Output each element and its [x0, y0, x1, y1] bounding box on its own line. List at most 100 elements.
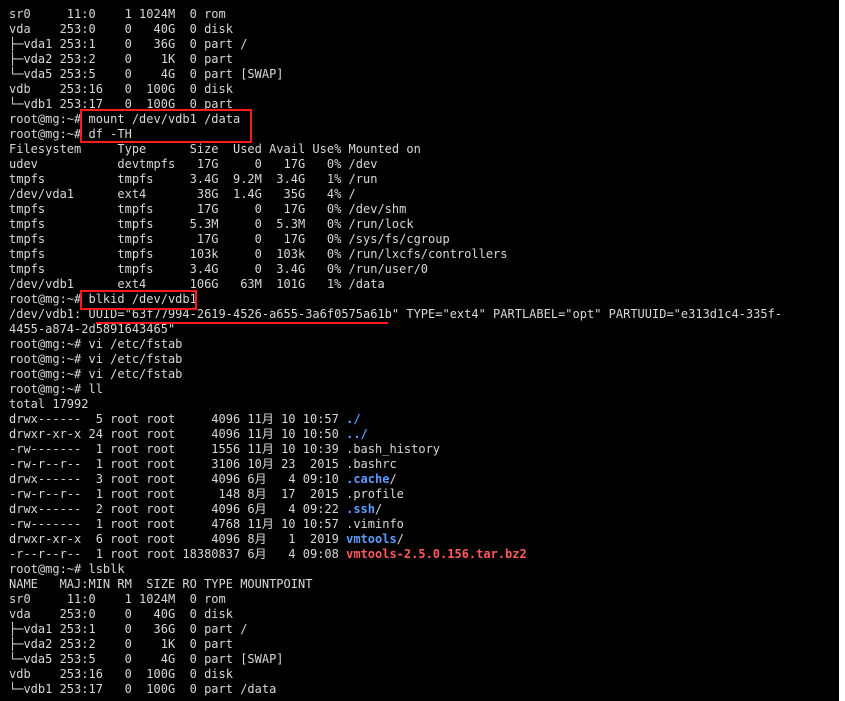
terminal-line: root@mg:~# df -TH [9, 127, 782, 142]
terminal-line: total 17992 [9, 397, 782, 412]
terminal-line: /dev/vdb1: UUID="63f77994-2619-4526-a655… [9, 307, 782, 322]
line-text: └─vdb1 253:17 0 100G 0 part /data [9, 682, 277, 696]
line-text: /dev/vda1 ext4 38G 1.4G 35G 4% / [9, 187, 356, 201]
line-text: vda 253:0 0 40G 0 disk [9, 607, 233, 621]
terminal-line: drwxr-xr-x 24 root root 4096 11月 10 10:5… [9, 427, 782, 442]
terminal-window[interactable]: sr0 11:0 1 1024M 0 rom vda 253:0 0 40G 0 … [0, 0, 845, 701]
terminal-line: vdb 253:16 0 100G 0 disk [9, 667, 782, 682]
line-text: vdb 253:16 0 100G 0 disk [9, 82, 233, 96]
line-text: tmpfs tmpfs 103k 0 103k 0% /run/lxcfs/co… [9, 247, 508, 261]
line-text: drwxr-xr-x 6 root root 4096 8月 1 2019 [9, 532, 347, 546]
line-text: vdb 253:16 0 100G 0 disk [9, 667, 233, 681]
line-text: drwx------ 3 root root 4096 6月 4 09:10 [9, 472, 347, 486]
line-text: tmpfs tmpfs 5.3M 0 5.3M 0% /run/lock [9, 217, 414, 231]
line-text: root@mg:~# vi /etc/fstab [9, 337, 183, 351]
terminal-line: tmpfs tmpfs 3.4G 9.2M 3.4G 1% /run [9, 172, 782, 187]
line-text: ├─vda2 253:2 0 1K 0 part [9, 52, 233, 66]
line-text: Filesystem Type Size Used Avail Use% Mou… [9, 142, 421, 156]
line-text: -rw------- 1 root root 4768 11月 10 10:57… [9, 517, 404, 531]
terminal-line: tmpfs tmpfs 5.3M 0 5.3M 0% /run/lock [9, 217, 782, 232]
line-text: └─vda5 253:5 0 4G 0 part [SWAP] [9, 652, 284, 666]
line-text: / [389, 472, 397, 486]
line-text: ├─vda1 253:1 0 36G 0 part / [9, 37, 248, 51]
terminal-line: -rw------- 1 root root 4768 11月 10 10:57… [9, 517, 782, 532]
line-text: total 17992 [9, 397, 89, 411]
directory-name: vmtools [346, 532, 397, 546]
terminal-line: └─vdb1 253:17 0 100G 0 part [9, 97, 782, 112]
terminal-line: root@mg:~# lsblk [9, 562, 782, 577]
line-text: root@mg:~# vi /etc/fstab [9, 367, 183, 381]
terminal-line: root@mg:~# vi /etc/fstab [9, 352, 782, 367]
line-text: ├─vda1 253:1 0 36G 0 part / [9, 622, 248, 636]
directory-name: ./ [346, 412, 361, 426]
line-text: sr0 11:0 1 1024M 0 rom [9, 7, 226, 21]
line-text: drwxr-xr-x 24 root root 4096 11月 10 10:5… [9, 427, 347, 441]
terminal-line: tmpfs tmpfs 17G 0 17G 0% /dev/shm [9, 202, 782, 217]
terminal-line: └─vdb1 253:17 0 100G 0 part /data [9, 682, 782, 697]
terminal-line: tmpfs tmpfs 3.4G 0 3.4G 0% /run/user/0 [9, 262, 782, 277]
terminal-line: -rw------- 1 root root 1556 11月 10 10:39… [9, 442, 782, 457]
highlight-underline-uuid [96, 322, 388, 324]
line-text: ├─vda2 253:2 0 1K 0 part [9, 637, 233, 651]
line-text: vda 253:0 0 40G 0 disk [9, 22, 233, 36]
terminal-line: drwx------ 2 root root 4096 6月 4 09:22 .… [9, 502, 782, 517]
terminal-line: vda 253:0 0 40G 0 disk [9, 607, 782, 622]
line-text: root@mg:~# mount /dev/vdb1 /data [9, 112, 241, 126]
terminal-line: NAME MAJ:MIN RM SIZE RO TYPE MOUNTPOINT [9, 577, 782, 592]
terminal-line: drwx------ 5 root root 4096 11月 10 10:57… [9, 412, 782, 427]
terminal-line: Filesystem Type Size Used Avail Use% Mou… [9, 142, 782, 157]
line-text: root@mg:~# df -TH [9, 127, 132, 141]
terminal-output: sr0 11:0 1 1024M 0 rom vda 253:0 0 40G 0 … [9, 7, 782, 697]
terminal-line: udev devtmpfs 17G 0 17G 0% /dev [9, 157, 782, 172]
terminal-line: ├─vda2 253:2 0 1K 0 part [9, 637, 782, 652]
terminal-line: tmpfs tmpfs 17G 0 17G 0% /sys/fs/cgroup [9, 232, 782, 247]
terminal-line: root@mg:~# ll [9, 382, 782, 397]
line-text: /dev/vdb1: UUID="63f77994-2619-4526-a655… [9, 307, 783, 321]
terminal-line: -rw-r--r-- 1 root root 3106 10月 23 2015 … [9, 457, 782, 472]
terminal-line: root@mg:~# vi /etc/fstab [9, 367, 782, 382]
terminal-line: └─vda5 253:5 0 4G 0 part [SWAP] [9, 67, 782, 82]
terminal-line: └─vda5 253:5 0 4G 0 part [SWAP] [9, 652, 782, 667]
terminal-line: tmpfs tmpfs 103k 0 103k 0% /run/lxcfs/co… [9, 247, 782, 262]
line-text: -rw------- 1 root root 1556 11月 10 10:39… [9, 442, 441, 456]
archive-file-name: vmtools-2.5.0.156.tar.bz2 [346, 547, 527, 561]
terminal-line: sr0 11:0 1 1024M 0 rom [9, 592, 782, 607]
terminal-line: drwxr-xr-x 6 root root 4096 8月 1 2019 vm… [9, 532, 782, 547]
line-text: drwx------ 2 root root 4096 6月 4 09:22 [9, 502, 347, 516]
line-text: root@mg:~# ll [9, 382, 103, 396]
directory-name: ../ [346, 427, 368, 441]
terminal-line: -r--r--r-- 1 root root 18380837 6月 4 09:… [9, 547, 782, 562]
line-text: -r--r--r-- 1 root root 18380837 6月 4 09:… [9, 547, 347, 561]
terminal-line: sr0 11:0 1 1024M 0 rom [9, 7, 782, 22]
line-text: └─vdb1 253:17 0 100G 0 part [9, 97, 233, 111]
line-text: root@mg:~# vi /etc/fstab [9, 352, 183, 366]
terminal-line: -rw-r--r-- 1 root root 148 8月 17 2015 .p… [9, 487, 782, 502]
terminal-line: ├─vda1 253:1 0 36G 0 part / [9, 37, 782, 52]
line-text: -rw-r--r-- 1 root root 148 8月 17 2015 .p… [9, 487, 404, 501]
line-text: udev devtmpfs 17G 0 17G 0% /dev [9, 157, 378, 171]
terminal-line: drwx------ 3 root root 4096 6月 4 09:10 .… [9, 472, 782, 487]
line-text: drwx------ 5 root root 4096 11月 10 10:57 [9, 412, 347, 426]
line-text: sr0 11:0 1 1024M 0 rom [9, 592, 226, 606]
directory-name: .ssh [346, 502, 376, 516]
line-text: / [396, 532, 404, 546]
line-text: tmpfs tmpfs 3.4G 9.2M 3.4G 1% /run [9, 172, 378, 186]
terminal-line: vdb 253:16 0 100G 0 disk [9, 82, 782, 97]
terminal-line: root@mg:~# mount /dev/vdb1 /data [9, 112, 782, 127]
line-text: └─vda5 253:5 0 4G 0 part [SWAP] [9, 67, 284, 81]
line-text: NAME MAJ:MIN RM SIZE RO TYPE MOUNTPOINT [9, 577, 313, 591]
line-text: tmpfs tmpfs 17G 0 17G 0% /sys/fs/cgroup [9, 232, 450, 246]
terminal-line: root@mg:~# blkid /dev/vdb1 [9, 292, 782, 307]
terminal-line: ├─vda1 253:1 0 36G 0 part / [9, 622, 782, 637]
line-text: tmpfs tmpfs 3.4G 0 3.4G 0% /run/user/0 [9, 262, 429, 276]
line-text: root@mg:~# blkid /dev/vdb1 [9, 292, 197, 306]
line-text: /dev/vdb1 ext4 106G 63M 101G 1% /data [9, 277, 385, 291]
terminal-line: root@mg:~# vi /etc/fstab [9, 337, 782, 352]
terminal-line: vda 253:0 0 40G 0 disk [9, 22, 782, 37]
terminal-line: /dev/vdb1 ext4 106G 63M 101G 1% /data [9, 277, 782, 292]
line-text: tmpfs tmpfs 17G 0 17G 0% /dev/shm [9, 202, 407, 216]
terminal-line: 4455-a874-2d5891643465" [9, 322, 782, 337]
line-text: root@mg:~# lsblk [9, 562, 125, 576]
line-text: 4455-a874-2d5891643465" [9, 322, 176, 336]
line-text: -rw-r--r-- 1 root root 3106 10月 23 2015 … [9, 457, 397, 471]
